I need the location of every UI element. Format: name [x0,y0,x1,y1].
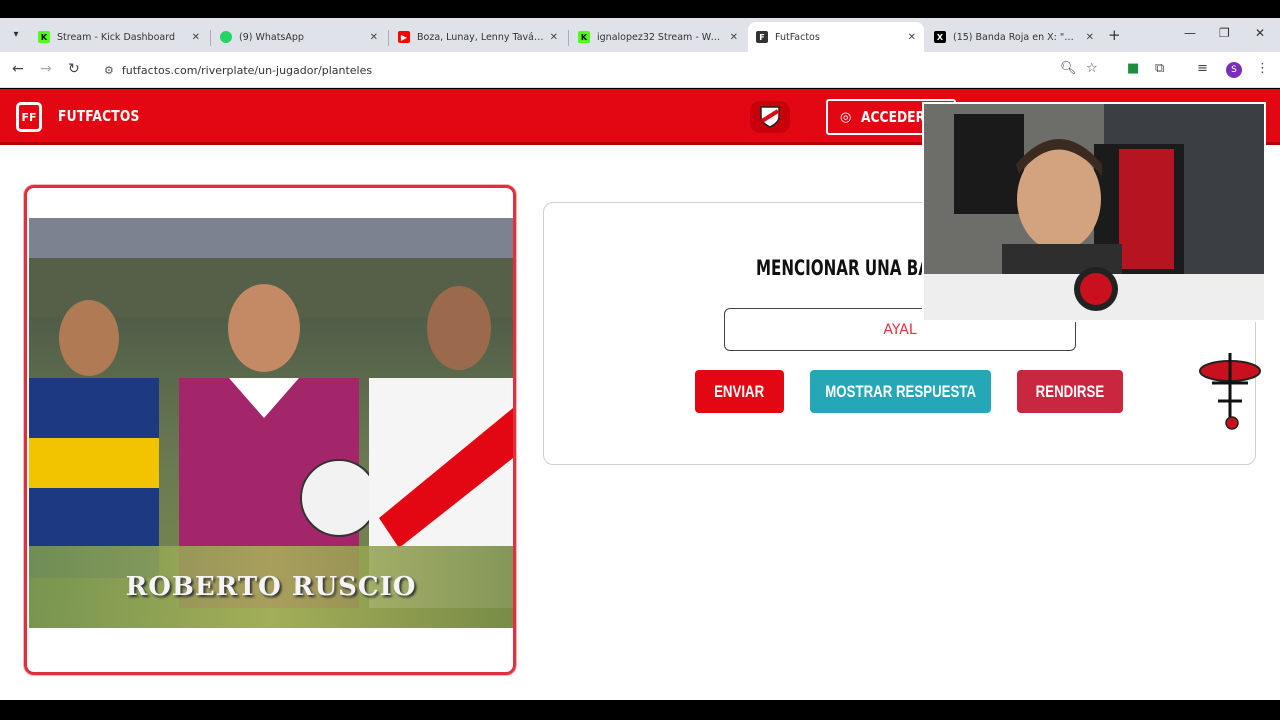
new-tab-button[interactable]: + [1108,26,1121,44]
forward-icon[interactable]: → [40,61,52,77]
tab-title: Boza, Lunay, Lenny Tavárez, J [417,31,544,43]
show-answer-button-label: MOSTRAR RESPUESTA [825,381,976,401]
tab-kick-dashboard[interactable]: K Stream - Kick Dashboard ✕ [30,22,208,52]
address-url[interactable]: futfactos.com/riverplate/un-jugador/plan… [122,64,372,77]
give-up-button-label: RENDIRSE [1035,381,1105,401]
browser-tab-strip: ▾ K Stream - Kick Dashboard ✕ (9) WhatsA… [0,18,1280,52]
tab-divider [388,30,389,46]
club-crest-icon[interactable] [750,101,790,133]
close-icon[interactable]: ✕ [730,32,738,43]
tab-title: Stream - Kick Dashboard [57,31,175,43]
tab-x[interactable]: X (15) Banda Roja en X: "📌 Pc ✕ [926,22,1102,52]
menu-kebab-icon[interactable]: ⋮ [1256,61,1269,76]
site-brand[interactable]: FUTFACTOS [58,107,140,125]
window-close-icon[interactable]: ✕ [1255,26,1265,40]
close-icon[interactable]: ✕ [550,32,558,43]
show-answer-button[interactable]: MOSTRAR RESPUESTA [810,370,991,413]
send-button-label: ENVIAR [714,381,765,401]
player-photo: ROBERTO RUSCIO [29,218,513,628]
whatsapp-icon [220,31,232,43]
extension-meet-icon[interactable]: ■ [1127,61,1139,76]
minimize-icon[interactable]: — [1184,26,1196,40]
tab-search-icon[interactable]: ▾ [6,24,26,44]
profile-avatar[interactable]: S [1226,62,1242,78]
close-icon[interactable]: ✕ [1086,32,1094,43]
restore-icon[interactable]: ❐ [1219,26,1230,40]
photo-caption-text: ROBERTO RUSCIO [125,572,417,602]
send-button[interactable]: ENVIAR [695,370,784,413]
zoom-icon[interactable]: 🔍︎ [1060,61,1077,76]
login-label: ACCEDER [861,108,926,126]
tab-divider [210,30,211,46]
futfactos-logo-icon[interactable]: FF [16,102,42,132]
tab-title: FutFactos [775,31,820,43]
extensions-icon[interactable]: ⧉ [1155,61,1164,76]
streamer-webcam-overlay [922,102,1266,322]
kick-icon: K [578,31,590,43]
address-bar[interactable]: ⚙ futfactos.com/riverplate/un-jugador/pl… [96,57,1116,83]
tab-whatsapp[interactable]: (9) WhatsApp ✕ [212,22,386,52]
futfactos-icon: F [756,31,768,43]
back-icon[interactable]: ← [12,61,24,77]
close-icon[interactable]: ✕ [370,32,378,43]
kick-icon: K [38,31,50,43]
media-control-icon[interactable]: ≡ [1197,61,1208,76]
x-icon: X [934,31,946,43]
user-icon: ◎ [840,109,852,125]
give-up-button[interactable]: RENDIRSE [1017,370,1123,413]
browser-toolbar: ← → ↻ ⚙ futfactos.com/riverplate/un-juga… [0,52,1280,88]
youtube-icon: ▶ [398,31,410,43]
tab-kick-stream[interactable]: K ignalopez32 Stream - Watch ✕ [570,22,746,52]
tab-title: (9) WhatsApp [239,31,304,43]
tab-divider [568,30,569,46]
tab-title: (15) Banda Roja en X: "📌 Pc [953,31,1080,43]
bookmark-star-icon[interactable]: ☆ [1086,61,1098,76]
quiz-prompt: MENCIONAR UNA BAJA [756,256,948,280]
player-photo-card: ROBERTO RUSCIO [24,185,516,675]
site-info-icon[interactable]: ⚙ [104,64,114,77]
photo-caption-banner: ROBERTO RUSCIO [29,546,513,628]
tab-futfactos[interactable]: F FutFactos ✕ [748,22,924,52]
tab-youtube[interactable]: ▶ Boza, Lunay, Lenny Tavárez, J ✕ [390,22,566,52]
tab-title: ignalopez32 Stream - Watch [597,31,724,43]
bottom-letterbox [0,700,1280,720]
close-icon[interactable]: ✕ [908,32,916,43]
reload-icon[interactable]: ↻ [68,61,80,77]
screen: ▾ K Stream - Kick Dashboard ✕ (9) WhatsA… [0,0,1280,720]
close-icon[interactable]: ✕ [192,32,200,43]
spider-emblem-icon [1199,353,1261,430]
